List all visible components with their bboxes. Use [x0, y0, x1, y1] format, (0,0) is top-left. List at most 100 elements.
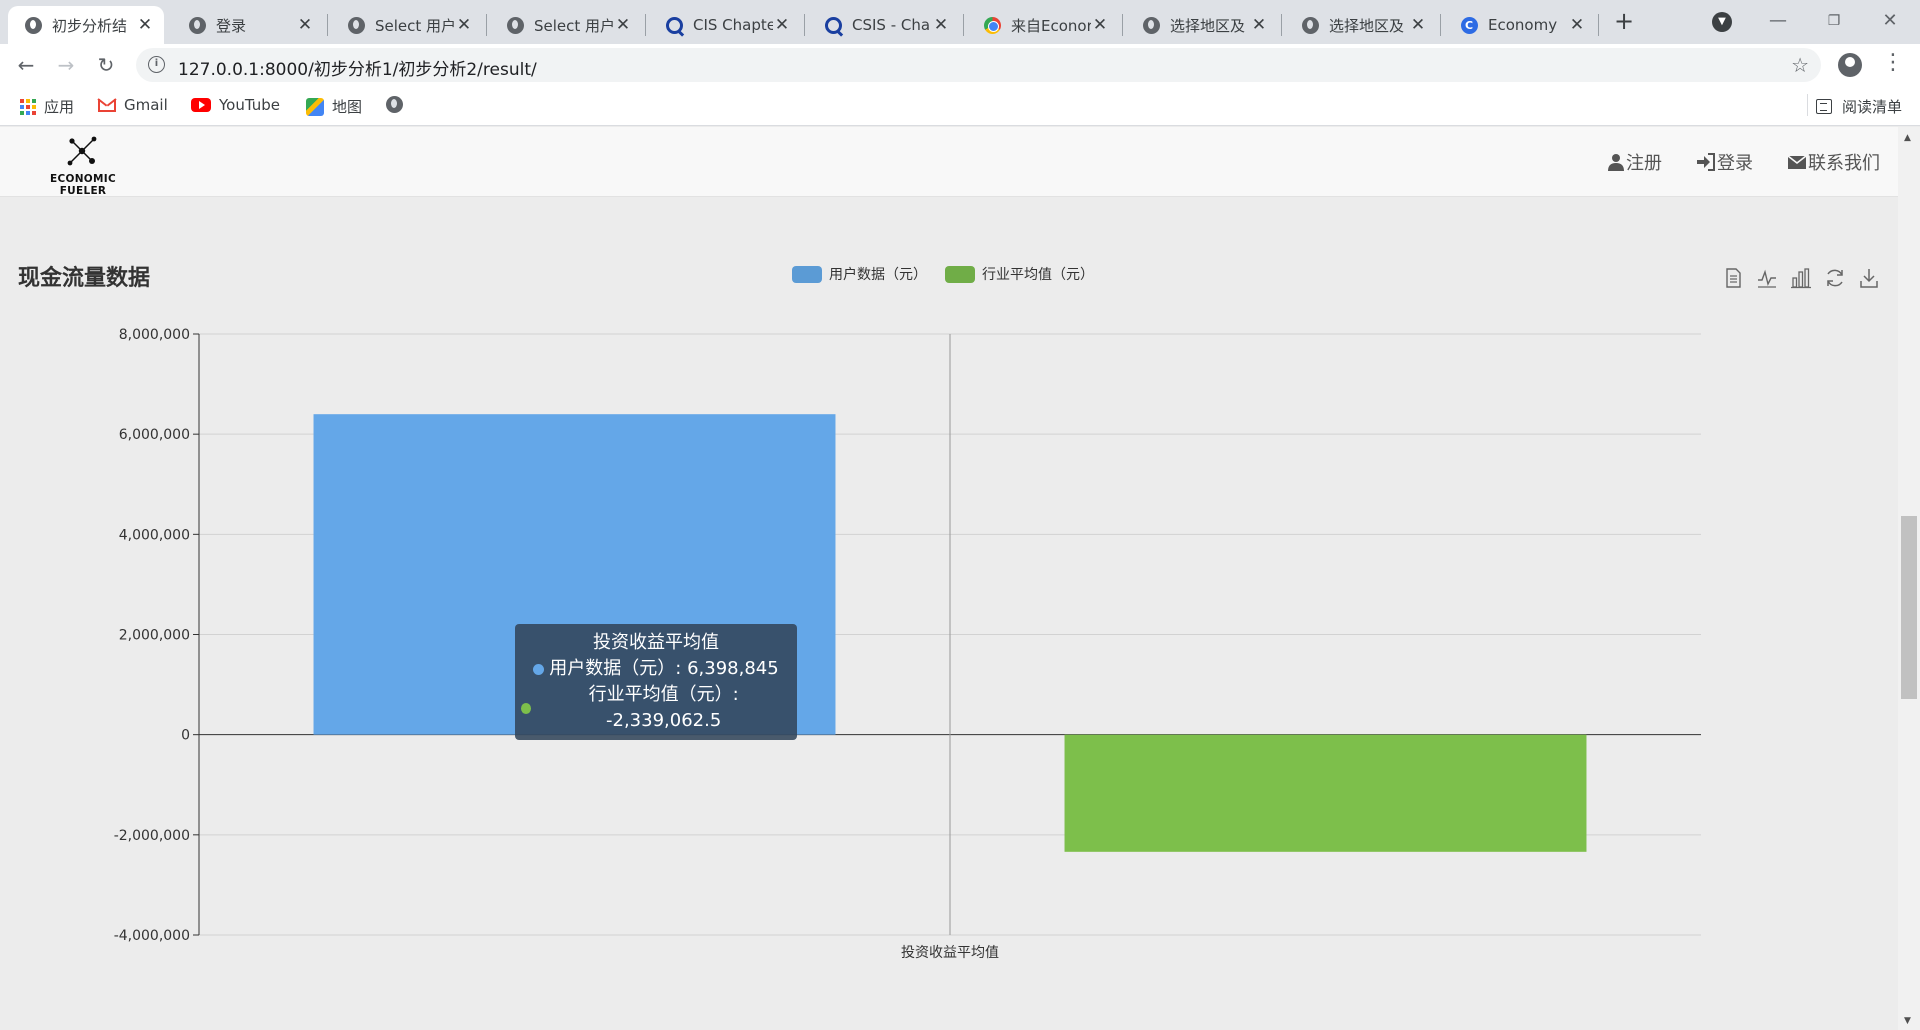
legend-item-user[interactable]: 用户数据（元） [792, 264, 927, 284]
download-icon[interactable] [1858, 266, 1880, 290]
tab-title: CIS Chapte [693, 16, 773, 34]
scroll-up-arrow-icon[interactable]: ▲ [1904, 133, 1911, 143]
globe-icon [1301, 16, 1319, 34]
y-tick-label: 4,000,000 [119, 527, 190, 543]
tab-title: 登录 [216, 16, 247, 35]
close-icon[interactable]: ✕ [773, 15, 791, 35]
tab-divider [1440, 14, 1441, 36]
legend-label-industry: 行业平均值（元） [982, 267, 1094, 283]
bookmark-star-icon[interactable]: ☆ [1791, 53, 1809, 77]
close-icon[interactable]: ✕ [136, 15, 154, 35]
legend-swatch-user [792, 265, 822, 283]
browser-tab[interactable]: CSIS - Cha ✕ [808, 6, 960, 44]
restore-refresh-icon[interactable] [1824, 266, 1846, 290]
envelope-icon [1787, 155, 1807, 169]
tooltip-value-user: 用户数据（元）: 6,398,845 [549, 658, 779, 679]
tab-search-chevron-icon[interactable]: ▼ [1712, 12, 1732, 32]
tab-divider [963, 14, 964, 36]
close-icon[interactable]: ✕ [1568, 15, 1586, 35]
tab-divider [1122, 14, 1123, 36]
browser-tab[interactable]: 来自Econor ✕ [967, 6, 1119, 44]
bookmark-maps[interactable]: 地图 [306, 96, 362, 117]
browser-tab[interactable]: 选择地区及 ✕ [1126, 6, 1278, 44]
brand-logo[interactable]: ECONOMIC FUELER [28, 133, 138, 197]
site-info-icon[interactable]: i [148, 56, 165, 73]
reload-icon[interactable]: ↻ [92, 51, 120, 79]
tooltip-row-user: 用户数据（元）: 6,398,845 [521, 656, 791, 682]
tab-title: Select 用户 [375, 16, 455, 35]
sign-in-icon [1697, 153, 1715, 171]
login-label: 登录 [1717, 153, 1753, 174]
browser-tab[interactable]: Select 用户 ✕ [331, 6, 483, 44]
close-icon[interactable]: ✕ [296, 15, 314, 35]
line-chart-icon[interactable] [1756, 266, 1778, 290]
scrollbar-thumb[interactable] [1901, 516, 1917, 699]
close-icon[interactable]: ✕ [614, 15, 632, 35]
y-tick-label: -4,000,000 [114, 928, 190, 944]
chrome-logo-icon [983, 16, 1001, 34]
data-view-icon[interactable] [1722, 266, 1744, 290]
browser-tab[interactable]: Select 用户 ✕ [490, 6, 642, 44]
legend-item-industry[interactable]: 行业平均值（元） [945, 264, 1094, 284]
legend-label-user: 用户数据（元） [829, 267, 927, 283]
globe-icon [188, 16, 206, 34]
browser-tab[interactable]: 选择地区及 ✕ [1285, 6, 1437, 44]
bookmark-gmail[interactable]: Gmail [98, 96, 168, 114]
reading-list-button[interactable]: 阅读清单 [1815, 96, 1902, 117]
y-tick-label: 0 [181, 728, 190, 744]
forward-arrow-icon[interactable]: → [52, 51, 80, 79]
bar-chart-icon[interactable] [1790, 266, 1812, 290]
url-text[interactable]: 127.0.0.1:8000/初步分析1/初步分析2/result/ [178, 55, 537, 80]
site-header: ECONOMIC FUELER 注册 登录 联系我们 [0, 127, 1898, 197]
bookmark-label: 地图 [332, 98, 363, 116]
close-icon[interactable]: ✕ [1250, 15, 1268, 35]
menu-kebab-icon[interactable]: ⋮ [1882, 50, 1904, 75]
close-icon[interactable]: ✕ [455, 15, 473, 35]
tab-divider [1281, 14, 1282, 36]
browser-tab[interactable]: C Economy ✕ [1444, 6, 1596, 44]
contact-label: 联系我们 [1808, 153, 1880, 174]
browser-tab[interactable]: 初步分析结 ✕ [8, 6, 164, 44]
close-icon[interactable]: ✕ [932, 15, 950, 35]
y-tick-label: 6,000,000 [119, 427, 190, 443]
address-bar[interactable]: i 127.0.0.1:8000/初步分析1/初步分析2/result/ ☆ [136, 48, 1821, 82]
close-icon[interactable]: ✕ [1091, 15, 1109, 35]
register-link[interactable]: 注册 [1607, 149, 1662, 175]
bookmark-globe[interactable] [386, 96, 411, 113]
bookmark-apps[interactable]: 应用 [20, 96, 74, 117]
restore-icon[interactable]: ❐ [1814, 6, 1854, 36]
browser-tab[interactable]: CIS Chapte ✕ [649, 6, 801, 44]
contact-link[interactable]: 联系我们 [1787, 149, 1880, 175]
y-tick-label: -2,000,000 [114, 828, 190, 844]
maps-icon [306, 97, 324, 116]
c-logo-icon: C [1460, 16, 1478, 34]
youtube-icon [191, 98, 211, 112]
chart-title: 现金流量数据 [18, 266, 151, 291]
bookmark-youtube[interactable]: YouTube [191, 96, 280, 114]
back-arrow-icon[interactable]: ← [12, 51, 40, 79]
molecule-logo-icon [67, 136, 97, 166]
close-icon[interactable]: ✕ [1409, 15, 1427, 35]
scroll-down-arrow-icon[interactable]: ▼ [1904, 1016, 1911, 1026]
legend-swatch-industry [945, 265, 975, 283]
bookmark-label: 应用 [44, 98, 75, 116]
profile-avatar-icon[interactable] [1838, 53, 1862, 77]
bookmark-label: Gmail [124, 96, 168, 114]
bookmarks-bar: 应用 Gmail YouTube 地图 阅读清单 [0, 86, 1920, 126]
page-scrollbar[interactable]: ▲ ▼ [1898, 127, 1920, 1030]
tab-divider [486, 14, 487, 36]
login-link[interactable]: 登录 [1696, 149, 1753, 175]
tab-title: 来自Econor [1011, 16, 1091, 35]
reading-list-label: 阅读清单 [1841, 98, 1902, 116]
minimize-icon[interactable]: — [1758, 6, 1798, 36]
globe-icon [347, 16, 365, 34]
window-close-icon[interactable]: ✕ [1870, 6, 1910, 36]
new-tab-plus-icon[interactable]: + [1610, 8, 1638, 36]
q-logo-icon [824, 16, 842, 34]
tooltip-dot-user [533, 663, 545, 675]
tooltip-dot-industry [521, 702, 532, 714]
bookmarks-divider [1807, 94, 1808, 116]
chart-legend: 用户数据（元） 行业平均值（元） [792, 264, 1094, 284]
register-label: 注册 [1626, 153, 1662, 174]
browser-tab[interactable]: 登录 ✕ [172, 6, 324, 44]
